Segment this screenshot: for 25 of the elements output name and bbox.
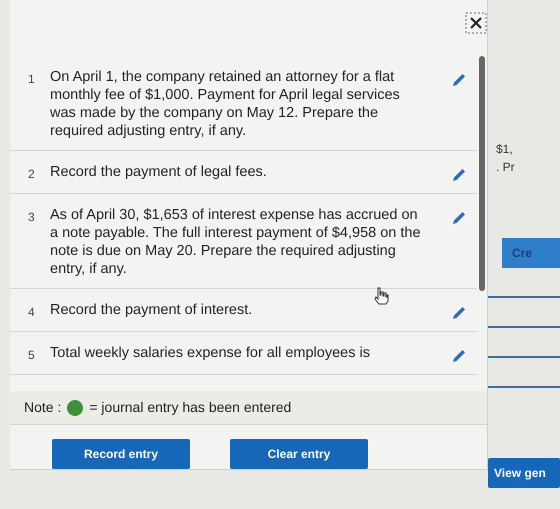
entry-text: Record the payment of interest. — [50, 301, 254, 319]
pencil-icon[interactable] — [451, 305, 467, 321]
entry-text: As of April 30, $1,653 of interest expense has accrued on a note payable. The full interest payment of $4,958 on the note is due on May 20. Prepare the required adjusting entry, if any. — [50, 206, 422, 278]
entry-number: 5 — [28, 347, 36, 364]
pencil-icon[interactable] — [451, 210, 467, 226]
clear-entry-button[interactable]: Clear entry — [230, 439, 368, 469]
entry-text: Total weekly salaries expense for all employees is — [50, 344, 371, 362]
side-text: . Pr — [495, 159, 516, 176]
note-label: Note : — [24, 398, 62, 417]
side-text: $1, — [495, 141, 514, 158]
pencil-icon[interactable] — [451, 167, 467, 183]
entry-number: 3 — [28, 209, 36, 226]
close-icon[interactable] — [465, 12, 487, 34]
record-entry-button[interactable]: Record entry — [52, 439, 190, 469]
entry-text: On April 1, the company retained an attorney for a flat monthly fee of $1,000. Payment for April legal services was made by the company on May 12. Prepare the required adjusting entry, if any. — [50, 68, 401, 140]
note-text: = journal entry has been entered — [89, 398, 292, 417]
entry-number: 2 — [28, 166, 36, 183]
pencil-icon[interactable] — [451, 72, 467, 88]
hand-cursor-icon — [373, 287, 389, 305]
scrollbar[interactable] — [479, 56, 485, 291]
entry-text: Record the payment of legal fees. — [50, 163, 268, 181]
view-button[interactable]: View gen — [488, 458, 560, 488]
entry-number: 1 — [28, 71, 36, 88]
entry-number: 4 — [28, 304, 36, 321]
pencil-icon[interactable] — [451, 348, 467, 364]
